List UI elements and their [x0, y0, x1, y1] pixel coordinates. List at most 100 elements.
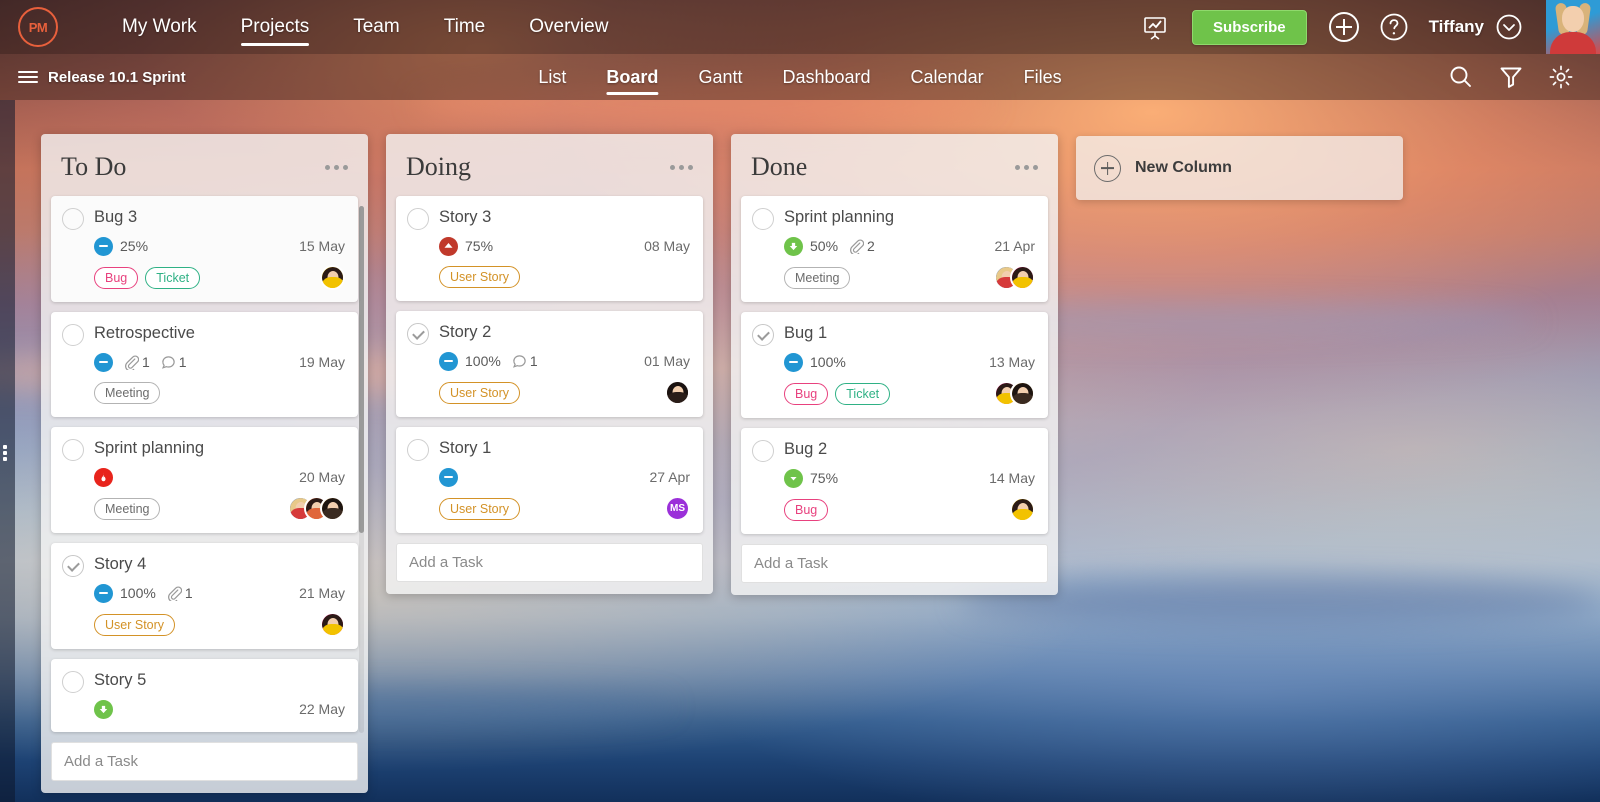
add-task-input[interactable]: Add a Task: [741, 544, 1048, 583]
tab-calendar[interactable]: Calendar: [891, 54, 1004, 100]
avatar[interactable]: [1010, 381, 1035, 406]
nav-item-team[interactable]: Team: [331, 0, 421, 54]
tag[interactable]: Ticket: [835, 382, 891, 405]
task-complete-checkbox[interactable]: [407, 439, 429, 461]
minus-circle-icon: [94, 236, 113, 256]
task-complete-checkbox[interactable]: [407, 323, 429, 345]
task-complete-checkbox[interactable]: [62, 208, 84, 230]
hamburger-icon[interactable]: [18, 68, 38, 86]
avatar[interactable]: [1010, 497, 1035, 522]
tag[interactable]: Bug: [784, 382, 829, 405]
task-complete-checkbox[interactable]: [752, 208, 774, 230]
search-icon[interactable]: [1441, 57, 1481, 97]
task-card[interactable]: Story 2 100% 1 01 May User Story: [396, 311, 703, 417]
add-task-input[interactable]: Add a Task: [396, 543, 703, 582]
username-label[interactable]: Tiffany: [1429, 17, 1484, 37]
more-dots-icon[interactable]: [319, 159, 354, 176]
tab-dashboard[interactable]: Dashboard: [762, 54, 890, 100]
tag[interactable]: Meeting: [94, 382, 161, 404]
task-card[interactable]: Sprint planning 20 May Meeting: [51, 427, 358, 533]
plus-circle-icon[interactable]: [1324, 7, 1364, 47]
task-complete-checkbox[interactable]: [752, 324, 774, 346]
tab-board[interactable]: Board: [586, 54, 678, 100]
column-scrollbar[interactable]: [359, 206, 364, 733]
tag[interactable]: Meeting: [784, 266, 851, 289]
add-column-button[interactable]: New Column: [1076, 136, 1403, 200]
chevron-down-circle-icon[interactable]: [1489, 7, 1529, 47]
gear-icon[interactable]: [1541, 57, 1581, 97]
task-card[interactable]: Bug 1 100% 13 May Bug Ticket: [741, 312, 1048, 418]
tab-gantt[interactable]: Gantt: [678, 54, 762, 100]
task-card[interactable]: Sprint planning 50% 2 21 Apr Meeting: [741, 196, 1048, 302]
question-circle-icon[interactable]: [1374, 7, 1414, 47]
tab-label: List: [538, 66, 567, 87]
task-complete-checkbox[interactable]: [62, 324, 84, 346]
task-card[interactable]: Story 3 75% 08 May User Story: [396, 196, 703, 301]
avatar[interactable]: [1546, 0, 1600, 54]
avatar[interactable]: [665, 380, 690, 405]
add-task-placeholder: Add a Task: [409, 554, 483, 571]
nav-item-my-work[interactable]: My Work: [100, 0, 219, 54]
task-assignees[interactable]: [320, 265, 345, 290]
task-complete-checkbox[interactable]: [62, 555, 84, 577]
task-title: Sprint planning: [784, 208, 895, 226]
nav-label: Team: [353, 16, 400, 37]
task-assignees[interactable]: [994, 381, 1035, 406]
task-complete-checkbox[interactable]: [62, 439, 84, 461]
attachment-count: 2: [849, 238, 875, 254]
tag[interactable]: User Story: [439, 497, 521, 520]
nav-item-overview[interactable]: Overview: [507, 0, 630, 54]
tag[interactable]: User Story: [439, 381, 521, 404]
task-complete-checkbox[interactable]: [407, 208, 429, 230]
avatar[interactable]: [320, 612, 345, 637]
more-dots-icon[interactable]: [664, 159, 699, 176]
app-logo[interactable]: PM: [18, 7, 58, 47]
tag[interactable]: Meeting: [94, 497, 161, 520]
task-due-date: 15 May: [299, 238, 345, 254]
task-card[interactable]: Retrospective 1 1 19 May Meeting: [51, 312, 358, 417]
more-dots-icon[interactable]: [1009, 159, 1044, 176]
nav-item-projects[interactable]: Projects: [219, 0, 332, 54]
task-complete-checkbox[interactable]: [62, 671, 84, 693]
avatar[interactable]: [320, 265, 345, 290]
subscribe-label: Subscribe: [1213, 18, 1286, 36]
minus-circle-icon: [439, 467, 458, 487]
arrow-down-circle-icon: [94, 699, 113, 719]
avatar[interactable]: MS: [665, 496, 690, 521]
tag[interactable]: Ticket: [145, 266, 201, 289]
task-assignees[interactable]: [288, 496, 345, 521]
nav-label: Overview: [529, 16, 609, 37]
add-task-input[interactable]: Add a Task: [51, 742, 358, 781]
column-header: To Do: [51, 134, 358, 196]
minus-circle-icon: [439, 351, 458, 371]
tag[interactable]: User Story: [94, 613, 176, 636]
tag[interactable]: Bug: [94, 266, 139, 289]
presentation-chart-icon[interactable]: [1135, 7, 1175, 47]
card-list: Story 3 75% 08 May User Story Story 2 10…: [396, 196, 703, 533]
tag[interactable]: Bug: [784, 498, 829, 521]
panel-drag-handle[interactable]: [3, 445, 7, 461]
top-bar-actions: Subscribe Tiffany: [1130, 0, 1600, 54]
task-card[interactable]: Story 5 22 May: [51, 659, 358, 732]
task-assignees[interactable]: [994, 265, 1035, 290]
task-assignees[interactable]: [1010, 497, 1035, 522]
avatar[interactable]: [1010, 265, 1035, 290]
avatar[interactable]: [320, 496, 345, 521]
subscribe-button[interactable]: Subscribe: [1192, 9, 1307, 45]
task-assignees[interactable]: [320, 612, 345, 637]
task-complete-checkbox[interactable]: [752, 440, 774, 462]
tab-label: Calendar: [910, 66, 984, 87]
task-card[interactable]: Bug 3 25% 15 May Bug Ticket: [51, 196, 358, 302]
task-assignees[interactable]: MS: [665, 496, 690, 521]
task-assignees[interactable]: [665, 380, 690, 405]
nav-item-time[interactable]: Time: [422, 0, 508, 54]
tag[interactable]: User Story: [439, 266, 521, 288]
task-card[interactable]: Story 4 100% 1 21 May User Story: [51, 543, 358, 649]
task-card[interactable]: Bug 2 75% 14 May Bug: [741, 428, 1048, 534]
task-tags: Bug Ticket: [784, 382, 891, 405]
tab-list[interactable]: List: [518, 54, 586, 100]
task-title: Sprint planning: [94, 439, 205, 457]
tab-files[interactable]: Files: [1004, 54, 1082, 100]
task-card[interactable]: Story 1 27 Apr User Story MS: [396, 427, 703, 533]
filter-funnel-icon[interactable]: [1491, 57, 1531, 97]
